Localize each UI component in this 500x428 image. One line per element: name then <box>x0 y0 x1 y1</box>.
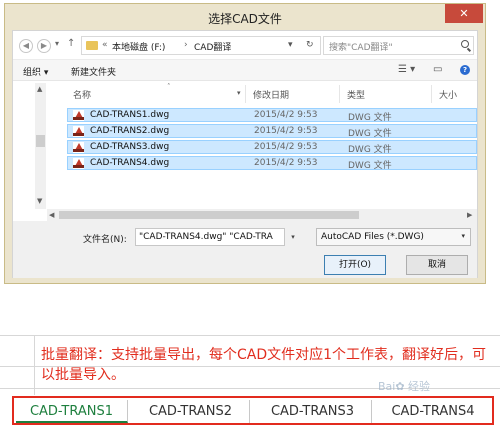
filename-dropdown-icon[interactable]: ▾ <box>287 228 299 246</box>
sheet-gridline <box>34 335 35 395</box>
sheet-gridline <box>0 335 500 336</box>
navigation-pane[interactable]: ▲ ▼ <box>13 83 47 209</box>
file-name: CAD-TRANS4.dwg <box>90 158 170 168</box>
filename-label: 文件名(N): <box>83 235 127 245</box>
file-date: 2015/4/2 9:53 <box>254 110 318 120</box>
dwg-file-icon <box>73 110 84 121</box>
filename-input[interactable]: "CAD-TRANS4.dwg" "CAD-TRA <box>135 228 285 246</box>
filetype-value: AutoCAD Files (*.DWG) <box>321 232 424 242</box>
help-icon[interactable]: ? <box>460 65 470 75</box>
search-icon[interactable] <box>461 40 469 48</box>
dwg-file-icon <box>73 158 84 169</box>
close-button[interactable]: ✕ <box>445 4 483 23</box>
file-type: DWG 文件 <box>348 161 392 171</box>
breadcrumb-folder[interactable]: CAD翻译 <box>194 40 231 53</box>
sheet-tab[interactable]: CAD-TRANS2 <box>132 400 250 423</box>
name-column-dropdown[interactable]: ▾ <box>237 89 241 97</box>
scrollbar-thumb[interactable] <box>59 211 359 219</box>
column-header-type[interactable]: 类型 <box>347 88 365 101</box>
file-row[interactable]: CAD-TRANS3.dwg 2015/4/2 9:53 DWG 文件 <box>67 140 477 155</box>
column-header-date[interactable]: 修改日期 <box>253 88 289 101</box>
scroll-down-arrow-icon[interactable]: ▼ <box>37 197 42 205</box>
watermark-logo: Bai✿ 经验 <box>378 380 431 393</box>
dialog-titlebar: 选择CAD文件 ✕ <box>5 4 485 30</box>
sheet-tab[interactable]: CAD-TRANS3 <box>254 400 372 423</box>
column-header-size[interactable]: 大小 <box>439 88 457 101</box>
file-list[interactable]: 名称 ˆ ▾ 修改日期 类型 大小 CAD-TRANS1.dwg 2015/4/… <box>47 83 477 209</box>
sort-indicator-icon: ˆ <box>167 83 171 91</box>
command-bar: 组织 ▾ 新建文件夹 ☰ ▾ ▭ ? <box>13 59 477 81</box>
column-header-name[interactable]: 名称 <box>73 88 91 101</box>
dialog-title: 选择CAD文件 <box>208 12 282 26</box>
sheet-tabs-highlight: CAD-TRANS1 CAD-TRANS2 CAD-TRANS3 CAD-TRA… <box>12 396 494 425</box>
breadcrumb-drive[interactable]: 本地磁盘 (F:) <box>112 40 165 53</box>
search-input[interactable]: 搜索"CAD翻译" <box>323 36 474 55</box>
address-overflow[interactable]: « <box>102 40 108 50</box>
file-name: CAD-TRANS1.dwg <box>90 110 170 120</box>
sheet-tab[interactable]: CAD-TRANS4 <box>376 400 490 423</box>
address-bar[interactable]: « 本地磁盘 (F:) › CAD翻译 ▾ ↻ <box>81 36 321 55</box>
file-row[interactable]: CAD-TRANS1.dwg 2015/4/2 9:53 DWG 文件 <box>67 108 477 123</box>
file-open-dialog: 选择CAD文件 ✕ ◀ ▶ ▾ ↑ « 本地磁盘 (F:) › CAD翻译 ▾ … <box>4 3 486 284</box>
scroll-up-arrow-icon[interactable]: ▲ <box>37 85 42 93</box>
organize-menu[interactable]: 组织 ▾ <box>23 65 48 78</box>
address-dropdown[interactable]: ▾ <box>288 40 293 50</box>
chevron-down-icon: ▾ <box>461 232 465 240</box>
file-type: DWG 文件 <box>348 113 392 123</box>
file-date: 2015/4/2 9:53 <box>254 126 318 136</box>
search-placeholder: 搜索"CAD翻译" <box>329 43 393 53</box>
file-date: 2015/4/2 9:53 <box>254 158 318 168</box>
cancel-button[interactable]: 取消 <box>406 255 468 275</box>
new-folder-button[interactable]: 新建文件夹 <box>71 65 116 78</box>
file-type: DWG 文件 <box>348 145 392 155</box>
back-button[interactable]: ◀ <box>19 39 33 53</box>
refresh-icon[interactable]: ↻ <box>306 40 314 50</box>
navigation-scrollbar[interactable]: ▲ ▼ <box>35 83 46 209</box>
folder-icon <box>86 41 98 50</box>
file-type: DWG 文件 <box>348 129 392 139</box>
dwg-file-icon <box>73 126 84 137</box>
dialog-body: ◀ ▶ ▾ ↑ « 本地磁盘 (F:) › CAD翻译 ▾ ↻ 搜索"CAD翻译… <box>12 30 478 278</box>
forward-button[interactable]: ▶ <box>37 39 51 53</box>
view-options-icon[interactable]: ☰ ▾ <box>398 64 415 75</box>
recent-locations-dropdown[interactable]: ▾ <box>55 39 59 48</box>
scroll-left-arrow-icon[interactable]: ◀ <box>49 211 54 219</box>
scrollbar-thumb[interactable] <box>36 135 45 147</box>
column-divider[interactable] <box>245 85 246 103</box>
breadcrumb-separator: › <box>184 40 188 50</box>
column-divider[interactable] <box>431 85 432 103</box>
horizontal-scrollbar[interactable]: ◀ ▶ <box>47 209 477 221</box>
file-row[interactable]: CAD-TRANS4.dwg 2015/4/2 9:53 DWG 文件 <box>67 156 477 171</box>
open-button[interactable]: 打开(O) <box>324 255 386 275</box>
dialog-footer: 文件名(N): "CAD-TRANS4.dwg" "CAD-TRA ▾ Auto… <box>13 221 477 278</box>
column-divider[interactable] <box>339 85 340 103</box>
filetype-select[interactable]: AutoCAD Files (*.DWG) ▾ <box>316 228 471 246</box>
sheet-tab[interactable]: CAD-TRANS1 <box>16 400 128 423</box>
file-name: CAD-TRANS3.dwg <box>90 142 170 152</box>
up-button[interactable]: ↑ <box>67 38 75 49</box>
scroll-right-arrow-icon[interactable]: ▶ <box>467 211 472 219</box>
file-row[interactable]: CAD-TRANS2.dwg 2015/4/2 9:53 DWG 文件 <box>67 124 477 139</box>
dwg-file-icon <box>73 142 84 153</box>
preview-pane-icon[interactable]: ▭ <box>433 64 442 75</box>
file-name: CAD-TRANS2.dwg <box>90 126 170 136</box>
file-date: 2015/4/2 9:53 <box>254 142 318 152</box>
